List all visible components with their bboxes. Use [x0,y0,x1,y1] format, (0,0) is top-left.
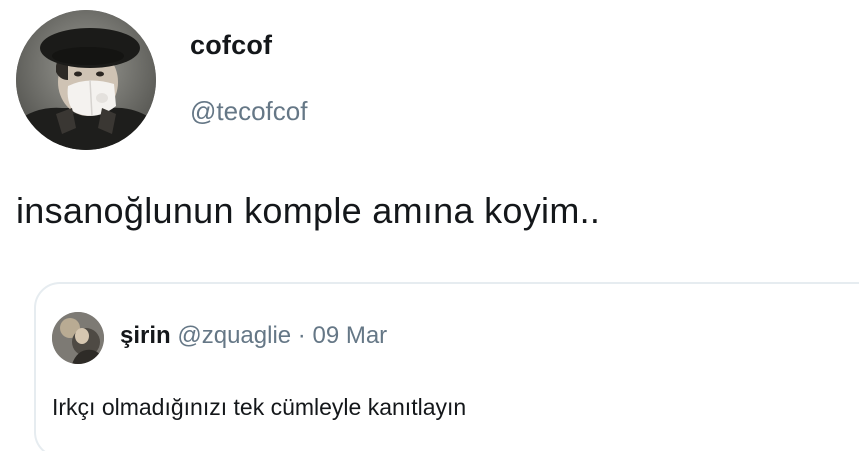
display-name[interactable]: cofcof [190,30,272,61]
quoted-tweet-text: Irkçı olmadığınızı tek cümleyle kanıtlay… [52,394,467,420]
header-separator: · [297,322,306,349]
quoted-user-avatar-photo-icon [52,312,104,364]
tweet-card: cofcof @tecofcof insanoğlunun komple amı… [0,0,859,451]
quoted-tweet[interactable]: şirin @zquaglie · 09 Mar Irkçı olmadığın… [34,282,859,451]
quoted-user-handle[interactable]: @zquaglie [177,322,291,349]
quoted-display-name[interactable]: şirin [120,322,171,349]
quoted-tweet-header: şirin @zquaglie · 09 Mar [120,322,387,350]
user-avatar-photo-icon [16,10,156,150]
user-handle[interactable]: @tecofcof [190,96,307,127]
tweet-text: insanoğlunun komple amına koyim.. [16,190,601,231]
quoted-tweet-date[interactable]: 09 Mar [312,322,387,349]
quoted-user-avatar[interactable] [52,312,104,364]
user-avatar[interactable] [16,10,156,150]
